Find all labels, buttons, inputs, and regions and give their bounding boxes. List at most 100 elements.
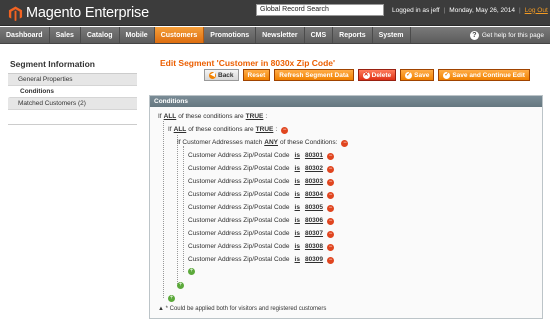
nav-sales[interactable]: Sales [50, 27, 81, 43]
tree-guide [163, 121, 164, 298]
save-continue-label: Save and Continue Edit [452, 71, 525, 79]
zip-value[interactable]: 80301 [305, 151, 323, 161]
user-info: Logged in as jeff | Monday, May 26, 2014… [392, 5, 548, 15]
tree-guide [183, 146, 184, 272]
zip-rule: Customer Address Zip/Postal Code is 80305− [188, 203, 335, 213]
zip-value[interactable]: 80303 [305, 177, 323, 187]
remove-icon[interactable]: − [327, 243, 335, 251]
operator-select[interactable]: is [295, 164, 300, 174]
remove-icon[interactable]: − [327, 204, 335, 212]
logged-in-text: Logged in as jeff [392, 6, 440, 14]
operator-select[interactable]: is [295, 203, 300, 213]
main-nav: Dashboard Sales Catalog Mobile Customers… [0, 27, 550, 44]
page-title: Edit Segment 'Customer in 8030x Zip Code… [160, 58, 336, 68]
rule-label: Customer Address Zip/Postal Code [188, 217, 290, 224]
operator-select[interactable]: is [295, 216, 300, 226]
value-select[interactable]: TRUE [256, 125, 274, 135]
logo-brand: Magento [26, 5, 82, 21]
rule-label: Customer Address Zip/Postal Code [188, 204, 290, 211]
footnote-text: * Could be applied both for visitors and… [165, 306, 327, 312]
nav-mobile[interactable]: Mobile [120, 27, 155, 43]
condition-text: of these conditions are [188, 126, 254, 133]
delete-button[interactable]: ✕ Delete [357, 69, 397, 81]
delete-icon: ✕ [362, 71, 370, 79]
tree-guide [177, 135, 178, 286]
remove-icon[interactable]: − [327, 152, 335, 160]
save-label: Save [414, 71, 430, 79]
nav-promotions[interactable]: Promotions [204, 27, 257, 43]
conditions-tree: If ALL of these conditions are TRUE : If… [150, 107, 542, 318]
footnote: ▲ * Could be applied both for visitors a… [158, 306, 326, 312]
sidebar-item-general-properties[interactable]: General Properties [8, 74, 137, 86]
save-button[interactable]: ✓ Save [400, 69, 435, 81]
value-select[interactable]: TRUE [246, 112, 264, 122]
zip-value[interactable]: 80304 [305, 190, 323, 200]
nav-system[interactable]: System [373, 27, 411, 43]
add-condition-icon[interactable]: + [177, 282, 184, 289]
rule-label: Customer Address Zip/Postal Code [188, 178, 290, 185]
back-arrow-icon: ◀ [209, 71, 216, 79]
help-icon: ? [469, 31, 479, 40]
operator-select[interactable]: is [295, 190, 300, 200]
remove-icon[interactable]: − [327, 217, 335, 225]
separator: | [443, 6, 446, 14]
aggregator-select[interactable]: ANY [264, 138, 278, 148]
nav-catalog[interactable]: Catalog [81, 27, 120, 43]
help-link[interactable]: ? Get help for this page [469, 27, 544, 44]
add-condition-icon[interactable]: + [168, 295, 175, 302]
remove-icon[interactable]: − [341, 139, 349, 147]
refresh-segment-button[interactable]: Refresh Segment Data [274, 69, 354, 81]
zip-value[interactable]: 80309 [305, 255, 323, 265]
add-condition-icon[interactable]: + [188, 268, 195, 275]
sidebar: Segment Information General Properties C… [8, 56, 137, 125]
help-label: Get help for this page [481, 32, 544, 39]
operator-select[interactable]: is [295, 229, 300, 239]
operator-select[interactable]: is [295, 151, 300, 161]
operator-select[interactable]: is [295, 177, 300, 187]
rule-label: Customer Address Zip/Postal Code [188, 243, 290, 250]
root-condition: If ALL of these conditions are TRUE : [158, 112, 267, 122]
sidebar-item-conditions[interactable]: Conditions [8, 86, 137, 98]
zip-value[interactable]: 80307 [305, 229, 323, 239]
delete-label: Delete [371, 71, 392, 79]
zip-value[interactable]: 80308 [305, 242, 323, 252]
nav-reports[interactable]: Reports [333, 27, 373, 43]
nav-dashboard[interactable]: Dashboard [0, 27, 50, 43]
condition-text: of these conditions are [178, 113, 244, 120]
zip-rule: Customer Address Zip/Postal Code is 80309− [188, 255, 335, 265]
rule-label: Customer Address Zip/Postal Code [188, 230, 290, 237]
zip-value[interactable]: 80306 [305, 216, 323, 226]
zip-rule: Customer Address Zip/Postal Code is 80308− [188, 242, 335, 252]
sidebar-item-matched-customers[interactable]: Matched Customers (2) [8, 98, 137, 110]
nav-cms[interactable]: CMS [305, 27, 334, 43]
zip-rule: Customer Address Zip/Postal Code is 80306− [188, 216, 335, 226]
nav-newsletter[interactable]: Newsletter [256, 27, 305, 43]
admin-header: Magento Enterprise Global Record Search … [0, 0, 550, 26]
operator-select[interactable]: is [295, 255, 300, 265]
nav-customers[interactable]: Customers [154, 27, 205, 43]
remove-icon[interactable]: − [327, 256, 335, 264]
zip-value[interactable]: 80302 [305, 164, 323, 174]
rule-label: Customer Address Zip/Postal Code [188, 152, 290, 159]
rule-label: Customer Address Zip/Postal Code [188, 191, 290, 198]
remove-icon[interactable]: − [281, 126, 289, 134]
global-search-input[interactable]: Global Record Search [256, 4, 384, 16]
back-button[interactable]: ◀ Back [204, 69, 239, 81]
save-continue-button[interactable]: ✓ Save and Continue Edit [438, 69, 530, 81]
operator-select[interactable]: is [295, 242, 300, 252]
zip-rule: Customer Address Zip/Postal Code is 80303− [188, 177, 335, 187]
reset-button[interactable]: Reset [242, 69, 271, 81]
aggregator-select[interactable]: ALL [174, 125, 187, 135]
aggregator-select[interactable]: ALL [164, 112, 177, 122]
logout-link[interactable]: Log Out [525, 7, 548, 14]
save-check-icon: ✓ [405, 71, 413, 79]
remove-icon[interactable]: − [327, 191, 335, 199]
magento-logo[interactable]: Magento Enterprise [8, 3, 149, 23]
remove-icon[interactable]: − [327, 165, 335, 173]
remove-icon[interactable]: − [327, 178, 335, 186]
zip-value[interactable]: 80305 [305, 203, 323, 213]
remove-icon[interactable]: − [327, 230, 335, 238]
condition-text: If Customer Addresses match [177, 139, 263, 146]
condition-text: If [158, 113, 162, 120]
conditions-panel: Conditions If ALL of these conditions ar… [149, 95, 543, 319]
